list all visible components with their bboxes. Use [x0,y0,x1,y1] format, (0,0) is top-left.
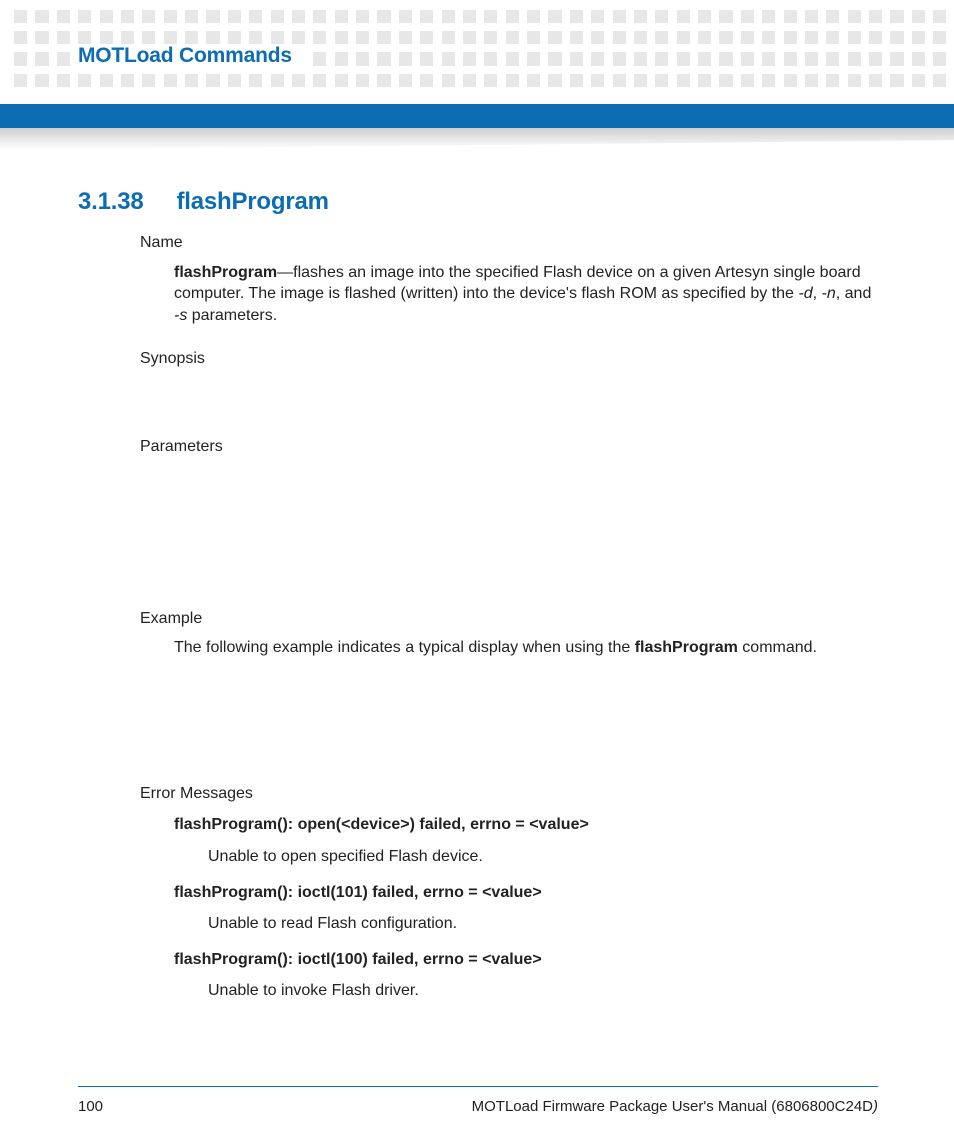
label-errors: Error Messages [140,783,880,805]
chapter-title: MOTLoad Commands [78,44,306,68]
header-blue-bar [0,104,954,128]
opt-s: -s [174,307,187,324]
body-content: Name flashProgram—flashes an image into … [140,232,880,1016]
opt-d: -d [798,285,812,302]
name-desc-2: parameters. [187,307,277,324]
example-intro-2: command. [738,639,817,656]
footer-rule [78,1086,878,1087]
label-example: Example [140,608,880,630]
example-intro-1: The following example indicates a typica… [174,639,635,656]
label-parameters: Parameters [140,436,880,458]
section-number: 3.1.38 [78,188,170,216]
error-desc-1: Unable to read Flash configuration. [208,913,880,935]
header-grey-wedge [0,128,954,150]
footer: 100 MOTLoad Firmware Package User's Manu… [78,1098,878,1115]
doc-title: MOTLoad Firmware Package User's Manual (… [472,1098,878,1115]
section-title: flashProgram [176,188,328,215]
name-paragraph: flashProgram—flashes an image into the s… [174,262,880,327]
example-paragraph: The following example indicates a typica… [174,637,880,659]
error-title-0: flashProgram(): open(<device>) failed, e… [174,814,880,836]
label-name: Name [140,232,880,254]
error-desc-0: Unable to open specified Flash device. [208,846,880,868]
error-title-2: flashProgram(): ioctl(100) failed, errno… [174,949,880,971]
opt-n: -n [822,285,836,302]
section-heading: 3.1.38 flashProgram [78,188,329,216]
page-number: 100 [78,1098,103,1115]
error-title-1: flashProgram(): ioctl(101) failed, errno… [174,882,880,904]
page: MOTLoad Commands 3.1.38 flashProgram Nam… [0,0,954,1145]
command-name: flashProgram [174,264,277,281]
error-desc-2: Unable to invoke Flash driver. [208,980,880,1002]
name-desc-1: —flashes an image into the specified Fla… [174,264,861,303]
example-cmd: flashProgram [635,639,738,656]
label-synopsis: Synopsis [140,348,880,370]
error-messages: flashProgram(): open(<device>) failed, e… [174,814,880,1002]
